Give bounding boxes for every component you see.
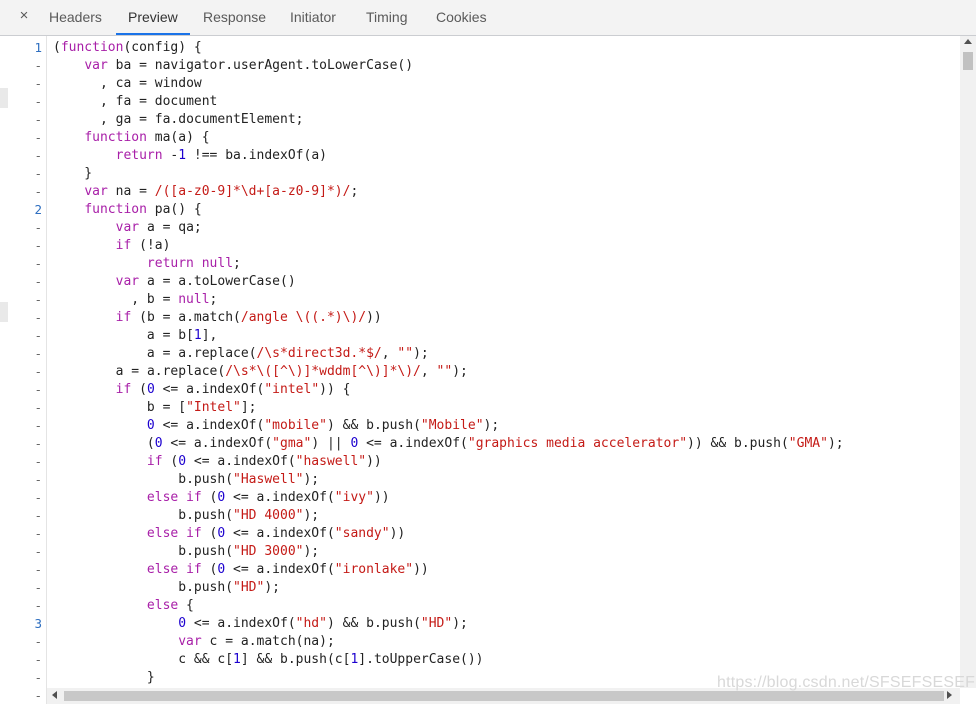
- vertical-scroll-thumb[interactable]: [963, 52, 973, 70]
- code-line: var c = a.match(na);: [178, 634, 335, 649]
- close-icon[interactable]: ×: [15, 6, 33, 26]
- code-line: (function(config) {: [53, 40, 202, 55]
- code-line: if (0 <= a.indexOf("intel")) {: [115, 382, 351, 397]
- line-number: -: [34, 184, 42, 199]
- code-line: 0 <= a.indexOf("hd") && b.push("HD");: [178, 616, 468, 631]
- code-line: return -1 !== ba.indexOf(a): [115, 148, 327, 163]
- scroll-up-arrow-icon[interactable]: [964, 39, 972, 44]
- code-line: a = b[1],: [146, 328, 218, 343]
- code-line: a = a.replace(/\s*\([^\)]*wddm[^\)]*\)/,…: [115, 364, 468, 379]
- line-number: -: [34, 400, 42, 415]
- line-number: -: [34, 436, 42, 451]
- code-line: b.push("HD");: [178, 580, 280, 595]
- line-number: -: [34, 130, 42, 145]
- code-line: c && c[1] && b.push(c[1].toUpperCase()): [178, 652, 484, 667]
- line-number: -: [34, 634, 42, 649]
- line-number: -: [34, 238, 42, 253]
- devtools-tab-bar: × Headers Preview Response Initiator Tim…: [0, 0, 976, 36]
- line-number: -: [34, 166, 42, 181]
- line-number: 3: [34, 616, 42, 631]
- line-number: -: [34, 364, 42, 379]
- code-line: }: [53, 166, 93, 181]
- code-line: return null;: [146, 256, 241, 271]
- line-number: -: [34, 256, 42, 271]
- code-line: var a = qa;: [115, 220, 202, 235]
- vertical-scrollbar[interactable]: [960, 36, 976, 688]
- tab-headers[interactable]: Headers: [49, 0, 102, 34]
- line-number: -: [34, 310, 42, 325]
- line-number: -: [34, 580, 42, 595]
- line-number: -: [34, 598, 42, 613]
- code-line: var ba = navigator.userAgent.toLowerCase…: [84, 58, 414, 73]
- line-number: -: [34, 562, 42, 577]
- horizontal-scroll-thumb[interactable]: [64, 691, 944, 701]
- code-line: , b = null;: [53, 292, 218, 307]
- code-line: b.push("Haswell");: [178, 472, 320, 487]
- code-line: a = a.replace(/\s*direct3d.*$/, "");: [146, 346, 429, 361]
- tab-cookies[interactable]: Cookies: [436, 0, 487, 34]
- code-line: , ga = fa.documentElement;: [53, 112, 304, 127]
- code-line: else {: [146, 598, 194, 613]
- code-line: }: [53, 670, 155, 685]
- tab-initiator[interactable]: Initiator: [290, 0, 336, 34]
- code-line: if (0 <= a.indexOf("haswell")): [146, 454, 382, 469]
- line-number: -: [34, 148, 42, 163]
- code-line: function ma(a) {: [84, 130, 210, 145]
- line-number: -: [34, 526, 42, 541]
- code-viewer[interactable]: (function(config) { var ba = navigator.u…: [47, 36, 960, 686]
- line-number: -: [34, 472, 42, 487]
- code-line: if (!a): [115, 238, 171, 253]
- line-number: -: [34, 454, 42, 469]
- code-line: 0 <= a.indexOf("mobile") && b.push("Mobi…: [146, 418, 500, 433]
- code-line: (0 <= a.indexOf("gma") || 0 <= a.indexOf…: [53, 436, 844, 451]
- scroll-left-arrow-icon[interactable]: [52, 691, 57, 699]
- line-number: -: [34, 490, 42, 505]
- line-number: -: [34, 112, 42, 127]
- code-line: var na = /([a-z0-9]*\d+[a-z0-9]*)/;: [84, 184, 359, 199]
- line-number: -: [34, 292, 42, 307]
- code-line: function pa() {: [84, 202, 202, 217]
- scroll-right-arrow-icon[interactable]: [947, 691, 952, 699]
- line-number: -: [34, 76, 42, 91]
- line-number: -: [34, 274, 42, 289]
- code-line: b.push("HD 4000");: [178, 508, 320, 523]
- line-number: -: [34, 652, 42, 667]
- code-line: else if (0 <= a.indexOf("sandy")): [146, 526, 406, 541]
- line-number: -: [34, 508, 42, 523]
- line-number: 2: [34, 202, 42, 217]
- tab-response[interactable]: Response: [203, 0, 266, 34]
- line-number: -: [34, 670, 42, 685]
- code-line: var a = a.toLowerCase(): [115, 274, 296, 289]
- line-number: -: [34, 328, 42, 343]
- watermark-url: https://blog.csdn.net/SFSEFSESEF: [717, 674, 976, 691]
- tab-preview[interactable]: Preview: [116, 0, 190, 35]
- line-number: -: [34, 94, 42, 109]
- line-number: -: [34, 544, 42, 559]
- line-number: -: [34, 382, 42, 397]
- gutter-marker: [0, 302, 8, 322]
- code-line: , ca = window: [53, 76, 202, 91]
- line-number: 1: [34, 40, 42, 55]
- code-line: b.push("HD 3000");: [178, 544, 320, 559]
- code-line: b = ["Intel"];: [146, 400, 257, 415]
- line-number: -: [34, 346, 42, 361]
- line-number: -: [34, 58, 42, 73]
- code-line: , fa = document: [53, 94, 218, 109]
- code-line: else if (0 <= a.indexOf("ivy")): [146, 490, 390, 505]
- tab-timing[interactable]: Timing: [366, 0, 408, 34]
- code-line: else if (0 <= a.indexOf("ironlake")): [146, 562, 429, 577]
- line-number: -: [34, 220, 42, 235]
- line-number: -: [34, 418, 42, 433]
- line-number: -: [34, 688, 42, 703]
- gutter-marker: [0, 88, 8, 108]
- line-number-gutter: 1 - - - - - - - - 2 - - - - - - - - - - - - - - - - - - - - - - 3 - - - -: [0, 36, 47, 704]
- code-line: if (b = a.match(/angle \((.*)\)/)): [115, 310, 382, 325]
